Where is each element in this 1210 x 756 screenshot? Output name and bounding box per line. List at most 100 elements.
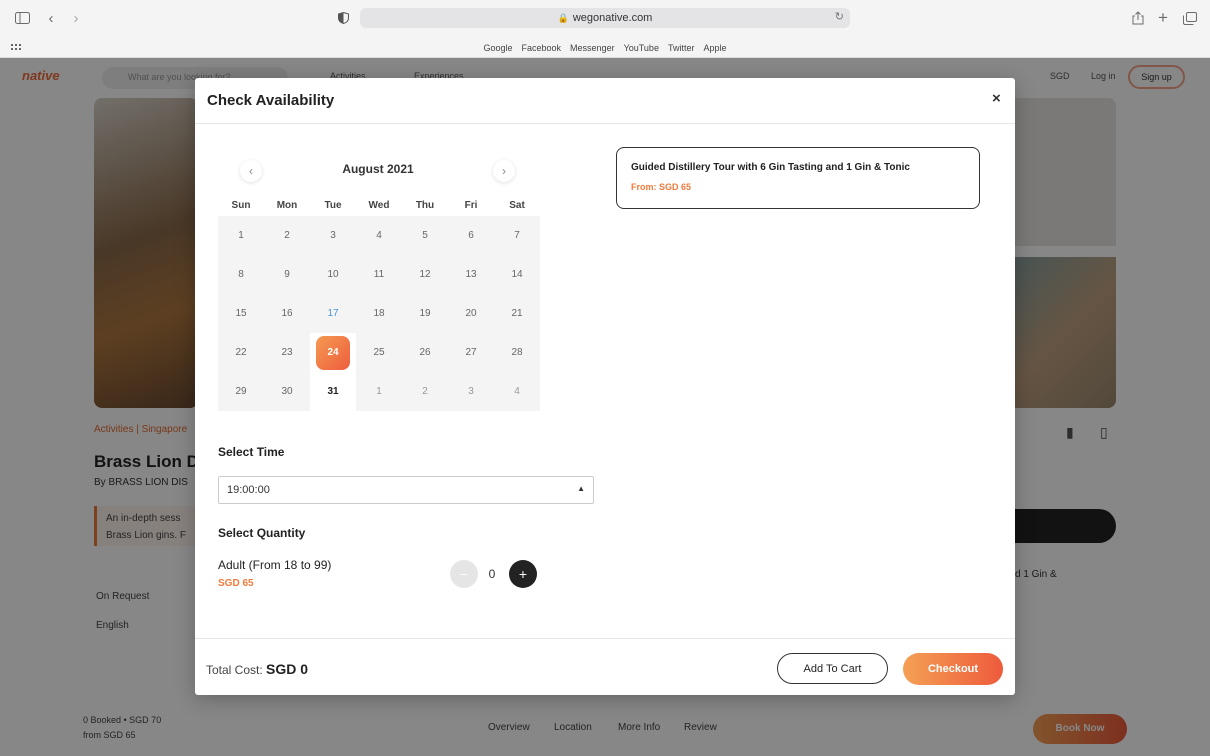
calendar-day[interactable]: 21 [494,294,540,333]
calendar-day-number: 31 [327,386,339,397]
calendar-days: 1 2 3 4 5 6 7 8 9 10 11 12 13 14 15 16 17 18 19 20 21 22 23 24 2… [218,216,540,411]
calendar-day-number: 23 [281,347,293,358]
reload-icon[interactable]: ↻ [835,10,844,23]
calendar-day-number: 4 [376,230,382,241]
share-icon[interactable] [1130,9,1146,27]
calendar-day[interactable]: 6 [448,216,494,255]
calendar-day-number: 19 [419,308,431,319]
calendar-day[interactable]: 17 [310,294,356,333]
new-tab-icon[interactable]: + [1155,8,1171,27]
url-text: wegonative.com [572,12,653,24]
next-month-button[interactable]: › [493,160,515,182]
calendar-day-number: 1 [376,386,382,397]
back-icon[interactable]: ‹ [43,9,59,27]
add-to-cart-button[interactable]: Add To Cart [777,653,888,684]
calendar-day[interactable]: 18 [356,294,402,333]
bookmark-youtube[interactable]: YouTube [624,43,659,53]
calendar-day[interactable]: 31 [310,372,356,411]
calendar-day[interactable]: 29 [218,372,264,411]
calendar-day[interactable]: 8 [218,255,264,294]
modal-footer: Total Cost: SGD 0 Add To Cart Checkout [195,638,1015,695]
weekday-label: Sun [231,200,251,211]
calendar-day[interactable]: 1 [356,372,402,411]
time-value: 19:00:00 [227,484,270,496]
ticket-name: Adult (From 18 to 99) [218,558,332,572]
calendar-day[interactable]: 9 [264,255,310,294]
product-card[interactable]: Guided Distillery Tour with 6 Gin Tastin… [616,147,980,209]
calendar-day[interactable]: 5 [402,216,448,255]
select-arrows-icon: ▲ [577,484,585,493]
calendar-day[interactable]: 2 [264,216,310,255]
calendar-day[interactable]: 1 [218,216,264,255]
calendar-day[interactable]: 22 [218,333,264,372]
increase-quantity-button[interactable]: + [509,560,537,588]
calendar-day[interactable]: 10 [310,255,356,294]
time-select[interactable]: 19:00:00 ▲ [218,476,594,504]
calendar-day[interactable]: 13 [448,255,494,294]
total-cost: Total Cost: SGD 0 [206,661,308,677]
calendar-day-number: 7 [514,230,520,241]
tabs-overview-icon[interactable] [1181,9,1199,27]
calendar-day-number: 11 [373,269,385,280]
calendar-grid: Sun Mon Tue Wed Thu Fri Sat 1 2 3 4 5 6 7 8 9 10 1… [218,200,540,411]
calendar-day[interactable]: 20 [448,294,494,333]
calendar-day[interactable]: 26 [402,333,448,372]
bookmark-facebook[interactable]: Facebook [522,43,562,53]
calendar-day-number: 25 [373,347,385,358]
product-title: Guided Distillery Tour with 6 Gin Tastin… [631,162,910,173]
browser-toolbar: ‹ › 🔒 wegonative.com ↻ + [0,0,1210,37]
weekday-label: Wed [368,200,390,211]
calendar-day[interactable]: 15 [218,294,264,333]
ticket-price: SGD 65 [218,578,254,589]
calendar-day[interactable]: 19 [402,294,448,333]
calendar-day[interactable]: 23 [264,333,310,372]
bookmark-twitter[interactable]: Twitter [668,43,695,53]
calendar-day-number: 17 [327,308,339,319]
sidebar-toggle-icon[interactable] [12,9,32,27]
checkout-button[interactable]: Checkout [903,653,1003,685]
calendar-day-number: 10 [327,269,339,280]
calendar-day-number: 1 [238,230,244,241]
calendar-day-number: 16 [281,308,293,319]
decrease-quantity-button[interactable]: − [450,560,478,588]
calendar-day[interactable]: 28 [494,333,540,372]
forward-icon[interactable]: › [68,9,84,27]
weekday-label: Mon [276,200,298,211]
weekday-label: Tue [324,200,342,211]
calendar-day-number: 2 [422,386,428,397]
bookmark-messenger[interactable]: Messenger [570,43,615,53]
calendar-day[interactable]: 11 [356,255,402,294]
calendar-day[interactable]: 3 [448,372,494,411]
bookmarks-bar: Google Facebook Messenger YouTube Twitte… [0,37,1210,58]
weekday-label: Sat [509,200,525,211]
prev-month-button[interactable]: ‹ [240,160,262,182]
calendar-day-number: 6 [468,230,474,241]
calendar-day-number: 2 [284,230,290,241]
calendar-day-number: 5 [422,230,428,241]
calendar-day-number: 18 [373,308,385,319]
calendar-day[interactable]: 25 [356,333,402,372]
calendar-day-number: 27 [465,347,477,358]
calendar-day[interactable]: 30 [264,372,310,411]
calendar-day[interactable]: 27 [448,333,494,372]
close-icon[interactable]: × [992,90,1001,107]
calendar-day[interactable]: 12 [402,255,448,294]
bookmark-google[interactable]: Google [483,43,512,53]
calendar-day[interactable]: 3 [310,216,356,255]
calendar-day[interactable]: 4 [356,216,402,255]
calendar-day[interactable]: 24 [310,333,356,372]
calendar-day-number: 22 [235,347,247,358]
calendar-day[interactable]: 16 [264,294,310,333]
bookmark-apple[interactable]: Apple [703,43,726,53]
calendar-day[interactable]: 7 [494,216,540,255]
check-availability-modal: Check Availability × ‹ August 2021 › Sun… [195,78,1015,695]
calendar-day-number: 20 [465,308,477,319]
calendar-day-number: 24 [316,335,350,370]
modal-header: Check Availability × [195,78,1015,124]
privacy-shield-icon[interactable] [335,9,351,27]
calendar-day[interactable]: 4 [494,372,540,411]
calendar-day-number: 26 [419,347,431,358]
calendar-day[interactable]: 14 [494,255,540,294]
address-bar[interactable]: 🔒 wegonative.com ↻ [360,8,850,28]
calendar-day[interactable]: 2 [402,372,448,411]
